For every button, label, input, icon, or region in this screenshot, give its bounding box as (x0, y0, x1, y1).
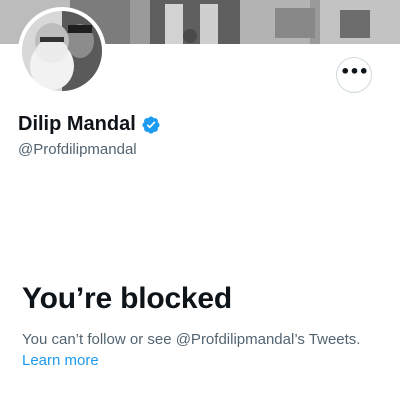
profile-handle: @Profdilipmandal (18, 141, 137, 158)
blocked-message: You can’t follow or see @Profdilipmandal… (22, 329, 362, 371)
more-options-button[interactable]: ••• (336, 57, 372, 93)
profile-photo (22, 11, 102, 91)
blocked-message-text: You can’t follow or see @Profdilipmandal… (22, 331, 361, 348)
learn-more-link[interactable]: Learn more (22, 352, 99, 369)
profile-name-row: Dilip Mandal (18, 113, 161, 136)
blocked-heading: You’re blocked (22, 282, 233, 315)
display-name: Dilip Mandal (18, 113, 136, 135)
more-options-icon: ••• (340, 62, 369, 81)
avatar[interactable] (18, 7, 106, 95)
verified-badge-icon[interactable] (141, 115, 161, 135)
